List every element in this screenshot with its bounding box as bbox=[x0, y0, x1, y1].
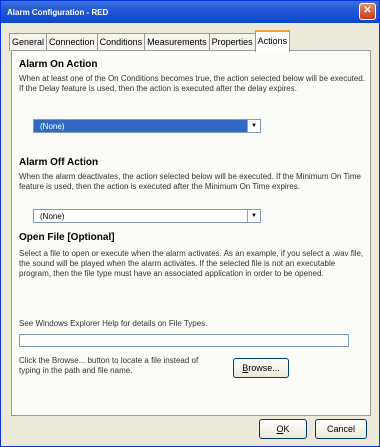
file-types-help-text: See Windows Explorer Help for details on… bbox=[19, 319, 208, 328]
chevron-down-icon[interactable]: ▼ bbox=[247, 120, 260, 132]
alarm-off-selected-value: (None) bbox=[40, 212, 65, 221]
browse-hint-text: Click the Browse... button to locate a f… bbox=[19, 356, 199, 375]
tab-actions[interactable]: Actions bbox=[254, 30, 291, 52]
tab-connection[interactable]: Connection bbox=[46, 33, 98, 51]
chevron-down-icon[interactable]: ▼ bbox=[247, 210, 260, 222]
alarm-on-title: Alarm On Action bbox=[19, 59, 98, 70]
tab-conditions[interactable]: Conditions bbox=[96, 33, 146, 51]
browse-button[interactable]: Browse... bbox=[233, 358, 289, 378]
tab-general[interactable]: General bbox=[9, 33, 48, 51]
alarm-off-title: Alarm Off Action bbox=[19, 157, 99, 168]
window-title: Alarm Configuration - RED bbox=[7, 7, 109, 17]
alarm-on-selected-value: (None) bbox=[34, 120, 260, 132]
title-bar: Alarm Configuration - RED ✕ bbox=[1, 1, 379, 23]
cancel-button[interactable]: Cancel bbox=[315, 419, 367, 439]
open-file-title: Open File [Optional] bbox=[19, 232, 115, 243]
open-file-description: Select a file to open or execute when th… bbox=[19, 249, 364, 278]
alarm-on-action-select[interactable]: (None) ▼ bbox=[33, 119, 261, 133]
alarm-config-window: Alarm Configuration - RED ✕ General Conn… bbox=[0, 0, 380, 447]
alarm-off-description: When the alarm deactivates, the action s… bbox=[19, 172, 361, 191]
alarm-on-description: When at least one of the On Conditions b… bbox=[19, 74, 365, 93]
alarm-off-action-select[interactable]: (None) ▼ bbox=[33, 209, 261, 223]
close-icon[interactable]: ✕ bbox=[359, 3, 376, 20]
tab-strip: General Connection Conditions Measuremen… bbox=[9, 30, 291, 52]
tab-properties[interactable]: Properties bbox=[208, 33, 256, 51]
tab-measurements[interactable]: Measurements bbox=[144, 33, 210, 51]
ok-button[interactable]: OK bbox=[259, 419, 307, 439]
file-path-input[interactable] bbox=[19, 334, 349, 347]
